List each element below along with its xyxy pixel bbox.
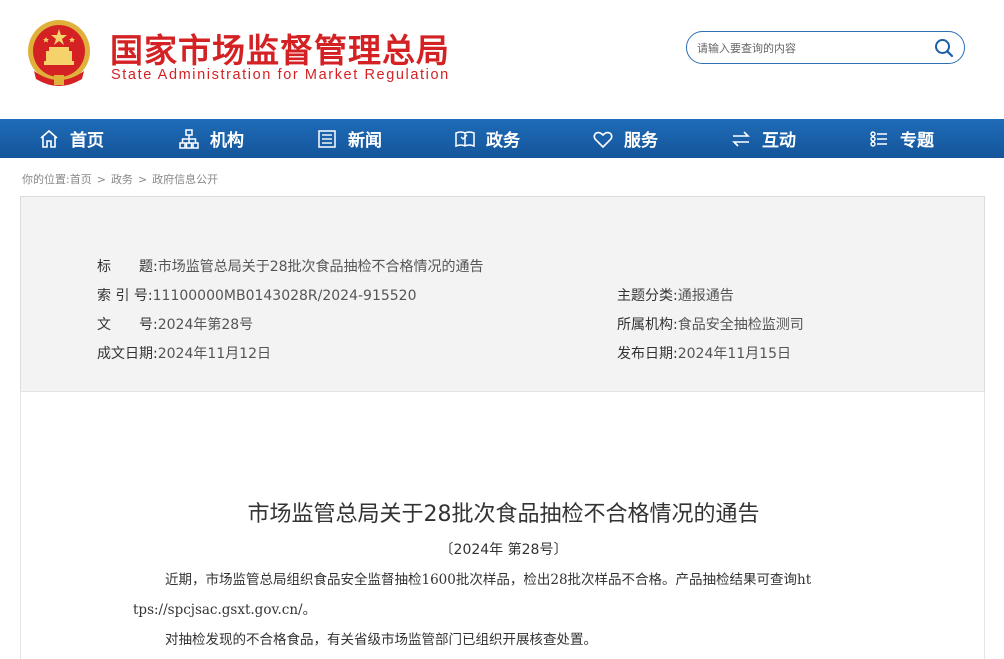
- info-docno-label: 文 号:: [97, 317, 158, 333]
- home-icon: [38, 128, 60, 150]
- info-topic-label: 主题分类:: [617, 288, 678, 304]
- nav-item-home[interactable]: 首页: [0, 119, 142, 158]
- site-title-chinese[interactable]: 国家市场监督管理总局: [110, 24, 450, 72]
- breadcrumb: 你的位置:首页 > 政务 > 政府信息公开: [22, 171, 218, 187]
- breadcrumb-gov-info[interactable]: 政府信息公开: [152, 173, 218, 186]
- breadcrumb-affairs[interactable]: 政务: [111, 173, 133, 186]
- info-pubdate-value: 2024年11月15日: [677, 346, 791, 362]
- main-nav: 首页 机构 新闻 政务 服务 互动 专题: [0, 119, 1004, 158]
- breadcrumb-prefix: 你的位置:: [22, 173, 70, 186]
- info-pubdate-label: 发布日期:: [617, 346, 678, 362]
- info-date-row: 成文日期:2024年11月12日: [97, 343, 271, 363]
- info-pubdate-row: 发布日期:2024年11月15日: [617, 343, 791, 363]
- site-header: 国家市场监督管理总局 State Administration for Mark…: [0, 0, 1004, 119]
- article-paragraph-1-line-1: 近期，市场监管总局组织食品安全监督抽检1600批次样品，检出28批次样品不合格。…: [165, 572, 812, 588]
- site-title-english[interactable]: State Administration for Market Regulati…: [111, 67, 450, 83]
- nav-label: 服务: [624, 131, 658, 151]
- nav-item-news[interactable]: 新闻: [280, 119, 418, 158]
- heart-icon: [592, 128, 614, 150]
- nav-item-services[interactable]: 服务: [556, 119, 694, 158]
- info-index-value: 11100000MB0143028R/2024-915520: [152, 288, 417, 304]
- nav-label: 机构: [210, 131, 244, 151]
- newspaper-icon: [316, 128, 338, 150]
- info-index-label: 索 引 号:: [97, 288, 153, 304]
- nav-item-government-affairs[interactable]: 政务: [418, 119, 556, 158]
- info-index-row: 索 引 号:11100000MB0143028R/2024-915520: [97, 285, 417, 305]
- breadcrumb-home[interactable]: 首页: [70, 173, 92, 186]
- search-icon[interactable]: [934, 38, 954, 58]
- nav-label: 专题: [900, 131, 934, 151]
- info-title-row: 标 题:市场监管总局关于28批次食品抽检不合格情况的通告: [97, 256, 484, 276]
- article-doc-number: 〔2024年 第28号〕: [439, 542, 568, 558]
- nav-label: 首页: [70, 131, 104, 151]
- article-body: 市场监管总局关于28批次食品抽检不合格情况的通告 〔2024年 第28号〕 近期…: [20, 391, 985, 659]
- book-icon: [454, 128, 476, 150]
- swap-arrows-icon: [730, 128, 752, 150]
- info-org-row: 所属机构:食品安全抽检监测司: [617, 314, 804, 334]
- document-info-panel: 标 题:市场监管总局关于28批次食品抽检不合格情况的通告 索 引 号:11100…: [20, 196, 985, 392]
- nav-label: 互动: [762, 131, 796, 151]
- info-title-value: 市场监管总局关于28批次食品抽检不合格情况的通告: [157, 259, 484, 275]
- info-topic-value: 通报通告: [677, 288, 734, 304]
- info-docno-row: 文 号:2024年第28号: [97, 314, 253, 334]
- nav-label: 新闻: [348, 131, 382, 151]
- national-emblem-logo[interactable]: [24, 17, 94, 89]
- info-org-value: 食品安全抽检监测司: [677, 317, 804, 333]
- article-paragraph-2: 对抽检发现的不合格食品，有关省级市场监管部门已组织开展核查处置。: [165, 632, 597, 648]
- info-topic-row: 主题分类:通报通告: [617, 285, 734, 305]
- article-paragraph-1-line-2: tps://spcjsac.gsxt.gov.cn/。: [133, 602, 317, 618]
- nav-item-interaction[interactable]: 互动: [694, 119, 832, 158]
- nav-item-organization[interactable]: 机构: [142, 119, 280, 158]
- search-box: [686, 31, 965, 64]
- info-date-label: 成文日期:: [97, 346, 158, 362]
- breadcrumb-separator: >: [96, 173, 106, 186]
- info-docno-value: 2024年第28号: [157, 317, 254, 333]
- search-input[interactable]: [697, 38, 922, 58]
- nav-item-topics[interactable]: 专题: [832, 119, 970, 158]
- info-org-label: 所属机构:: [617, 317, 678, 333]
- nav-label: 政务: [486, 131, 520, 151]
- breadcrumb-separator: >: [137, 173, 148, 186]
- article-title: 市场监管总局关于28批次食品抽检不合格情况的通告: [247, 502, 760, 527]
- info-title-label: 标 题:: [97, 259, 158, 275]
- topic-list-icon: [868, 128, 890, 150]
- org-chart-icon: [178, 128, 200, 150]
- info-date-value: 2024年11月12日: [157, 346, 271, 362]
